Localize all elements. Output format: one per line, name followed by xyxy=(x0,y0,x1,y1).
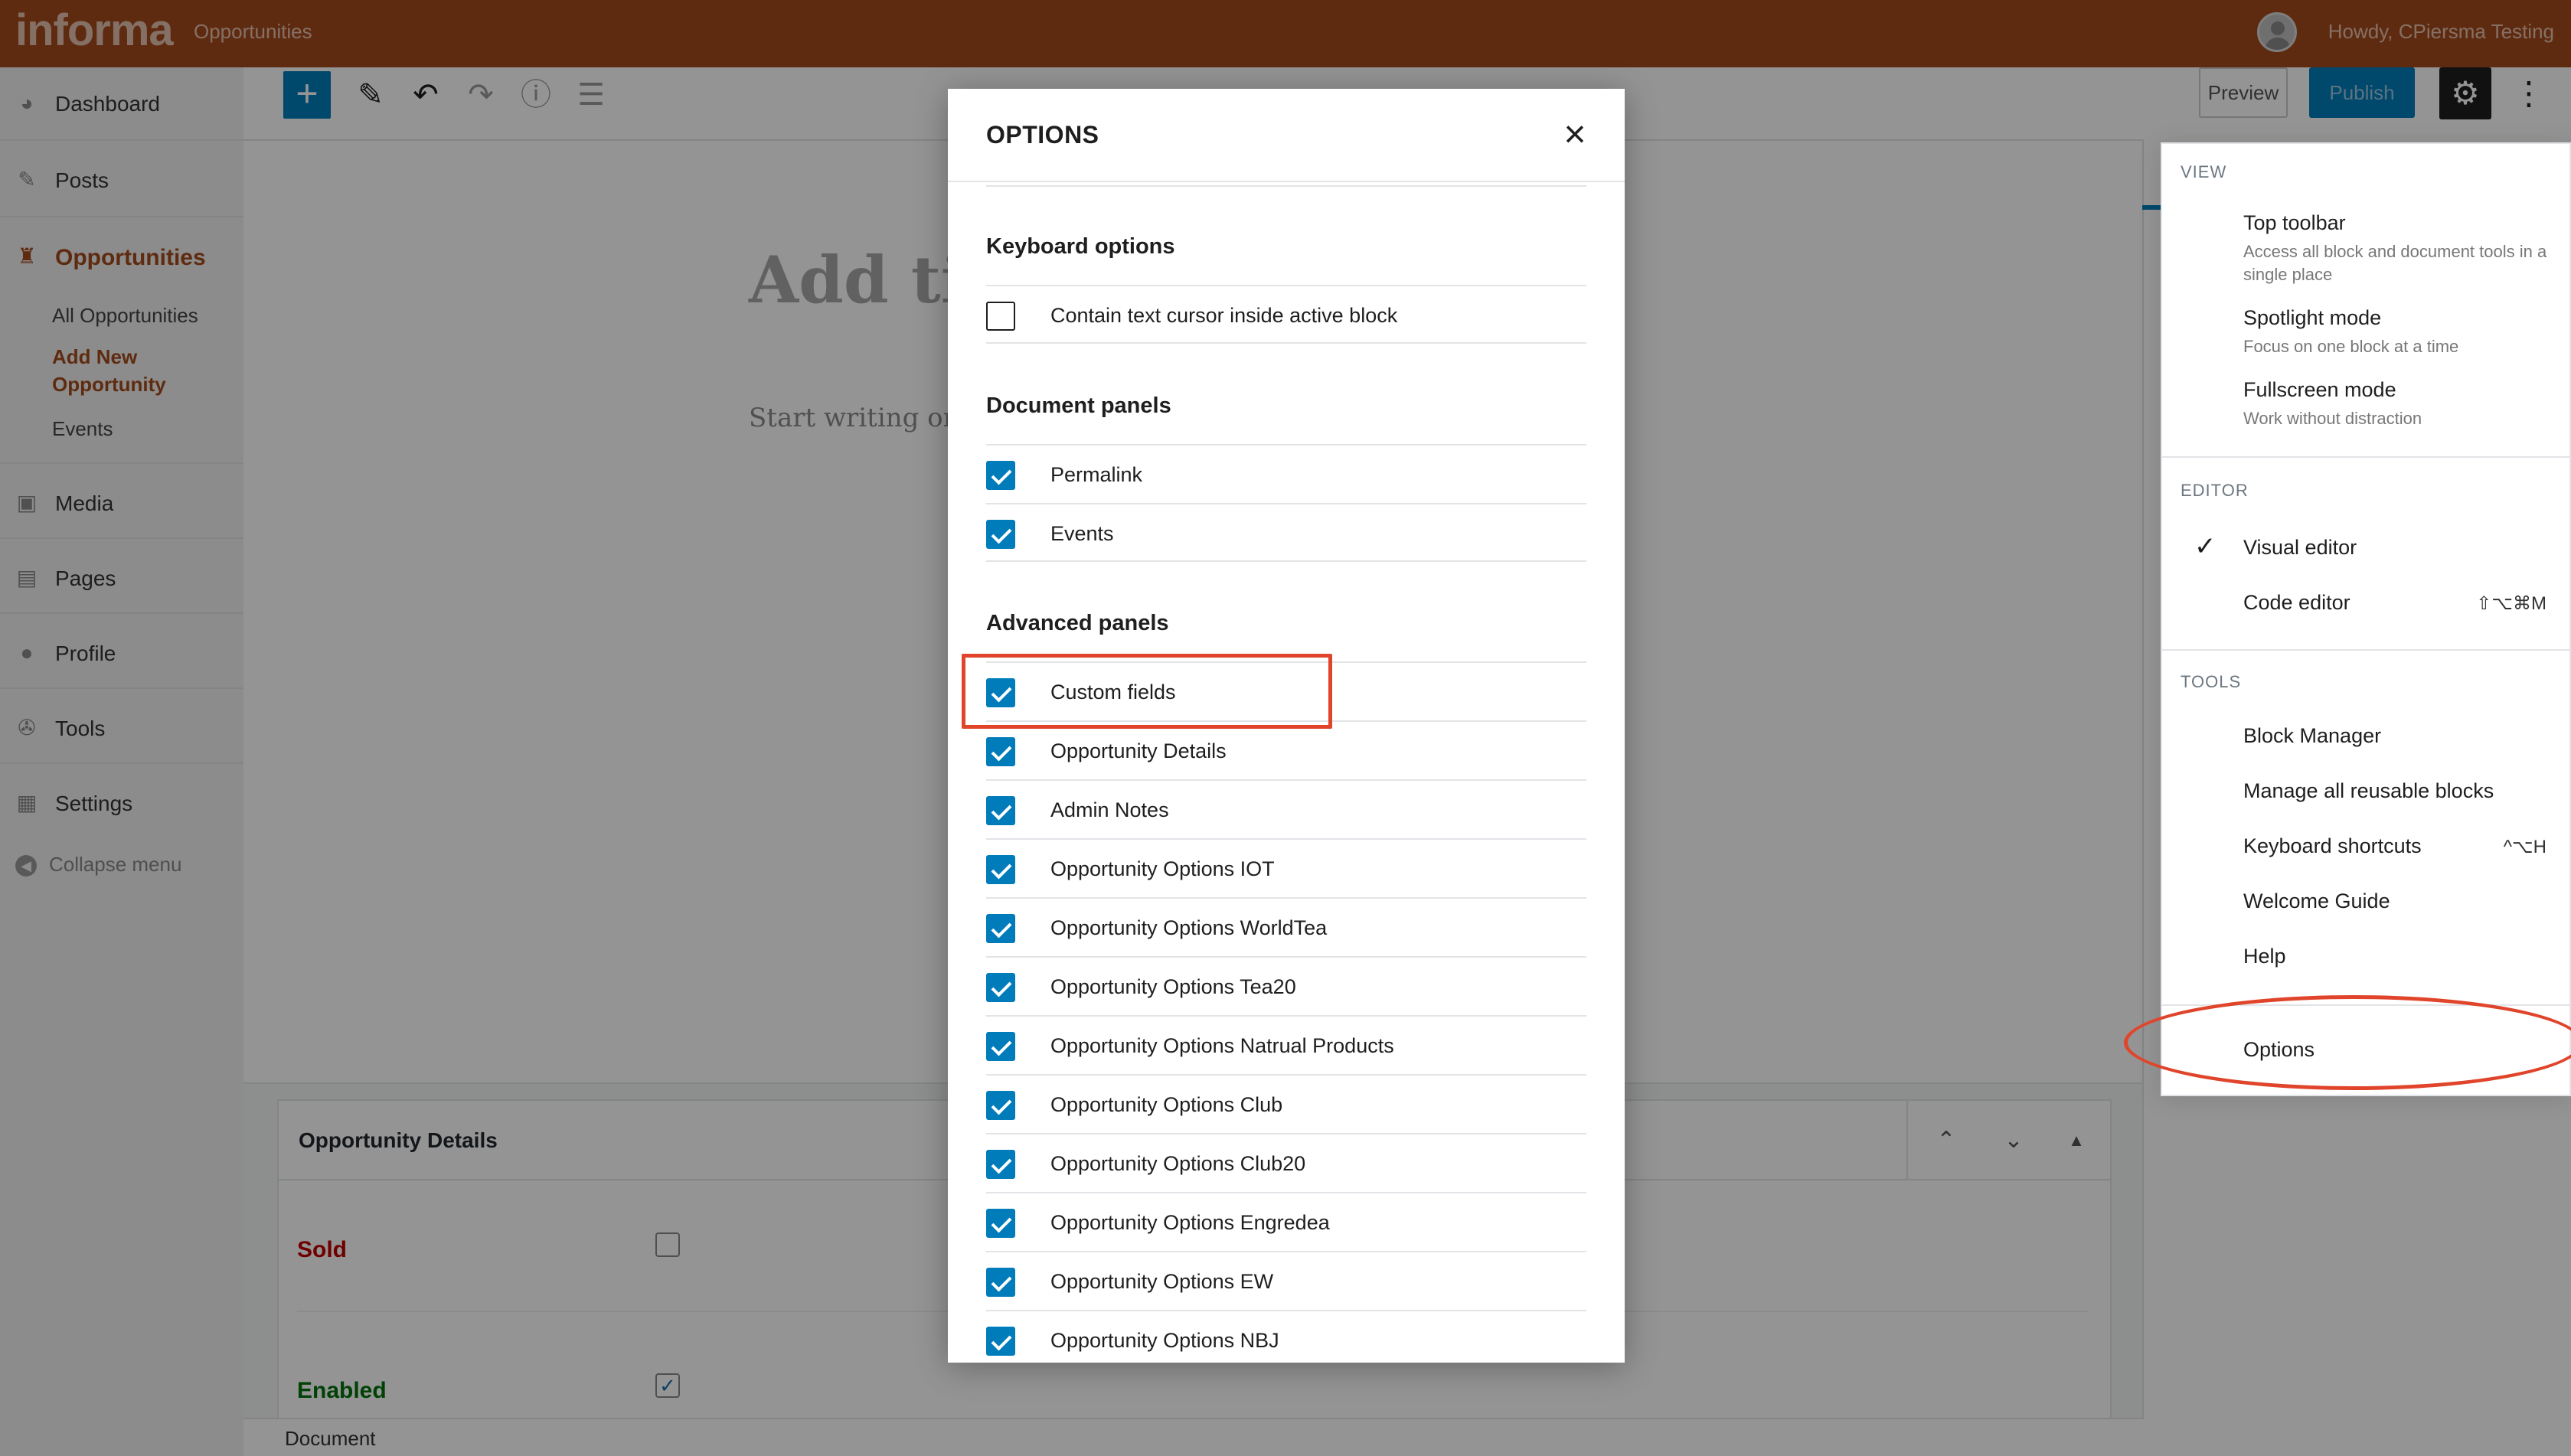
menu-item-manage-reusable-blocks[interactable]: Manage all reusable blocks xyxy=(2243,779,2494,803)
option-checkbox[interactable] xyxy=(986,796,1015,825)
option-row[interactable]: Opportunity Options NBJ xyxy=(986,1310,1586,1363)
menu-item-visual-editor[interactable]: Visual editor xyxy=(2243,536,2357,560)
menu-divider xyxy=(2162,649,2569,651)
section-title-document-panels: Document panels xyxy=(986,393,1171,418)
option-checkbox[interactable] xyxy=(986,302,1015,331)
menu-item-spotlight-mode[interactable]: Spotlight mode xyxy=(2243,306,2381,330)
modal-header: OPTIONS × xyxy=(948,89,1625,182)
option-row[interactable]: Opportunity Options IOT xyxy=(986,838,1586,897)
option-label: Opportunity Details xyxy=(1050,739,1227,762)
menu-item-block-manager[interactable]: Block Manager xyxy=(2243,724,2381,748)
menu-item-code-editor[interactable]: Code editor xyxy=(2243,591,2350,615)
tools-group-title: TOOLS xyxy=(2181,672,2242,691)
option-row[interactable]: Opportunity Options EW xyxy=(986,1251,1586,1310)
menu-item-fullscreen-mode[interactable]: Fullscreen mode xyxy=(2243,378,2396,402)
option-row[interactable]: Admin Notes xyxy=(986,779,1586,838)
menu-item-keyboard-shortcuts[interactable]: Keyboard shortcuts xyxy=(2243,834,2422,858)
option-row[interactable]: Opportunity Options WorldTea xyxy=(986,897,1586,956)
menu-item-help[interactable]: Help xyxy=(2243,945,2286,968)
menu-item-description: Access all block and document tools in a… xyxy=(2243,242,2547,284)
option-checkbox[interactable] xyxy=(986,1209,1015,1238)
close-icon[interactable]: × xyxy=(1557,115,1593,153)
option-checkbox[interactable] xyxy=(986,1032,1015,1061)
option-row[interactable]: Opportunity Options Natrual Products xyxy=(986,1015,1586,1074)
option-label: Opportunity Options Club xyxy=(1050,1093,1283,1116)
option-checkbox[interactable] xyxy=(986,973,1015,1002)
shortcut-label: ^⌥H xyxy=(2503,837,2546,857)
highlight-ellipse xyxy=(2124,995,2571,1090)
option-label: Opportunity Options NBJ xyxy=(1050,1329,1279,1352)
option-checkbox[interactable] xyxy=(986,737,1015,766)
more-menu-dropdown: VIEW Top toolbar Access all block and do… xyxy=(2161,142,2571,1096)
option-checkbox[interactable] xyxy=(986,1327,1015,1356)
option-checkbox[interactable] xyxy=(986,914,1015,943)
menu-item-welcome-guide[interactable]: Welcome Guide xyxy=(2243,890,2390,913)
option-label: Opportunity Options EW xyxy=(1050,1270,1274,1293)
menu-divider xyxy=(2162,456,2569,458)
checkmark-icon: ✓ xyxy=(2194,532,2217,561)
option-label: Permalink xyxy=(1050,463,1143,486)
modal-divider xyxy=(986,185,1586,187)
option-row[interactable]: Opportunity Options Tea20 xyxy=(986,956,1586,1015)
option-label: Contain text cursor inside active block xyxy=(1050,304,1398,327)
option-checkbox[interactable] xyxy=(986,1150,1015,1179)
option-label: Opportunity Options Engredea xyxy=(1050,1211,1330,1234)
option-checkbox[interactable] xyxy=(986,520,1015,549)
option-row[interactable]: Contain text cursor inside active block xyxy=(986,285,1586,344)
option-checkbox[interactable] xyxy=(986,1268,1015,1297)
option-label: Opportunity Options WorldTea xyxy=(1050,916,1328,939)
option-label: Opportunity Options Natrual Products xyxy=(1050,1034,1394,1057)
menu-item-description: Work without distraction xyxy=(2243,409,2422,428)
option-row[interactable]: Opportunity Options Club20 xyxy=(986,1133,1586,1192)
editor-group-title: EDITOR xyxy=(2181,481,2249,500)
option-label: Events xyxy=(1050,522,1114,545)
option-checkbox[interactable] xyxy=(986,1091,1015,1120)
option-row[interactable]: Permalink xyxy=(986,444,1586,503)
option-row[interactable]: Opportunity Options Engredea xyxy=(986,1192,1586,1251)
option-label: Opportunity Options Club20 xyxy=(1050,1152,1306,1175)
option-label: Opportunity Options Tea20 xyxy=(1050,975,1296,998)
option-row[interactable]: Opportunity Details xyxy=(986,720,1586,779)
option-label: Admin Notes xyxy=(1050,798,1169,821)
menu-item-top-toolbar[interactable]: Top toolbar xyxy=(2243,211,2346,235)
option-row[interactable]: Events xyxy=(986,503,1586,562)
modal-title: OPTIONS xyxy=(986,121,1099,149)
shortcut-label: ⇧⌥⌘M xyxy=(2476,593,2546,614)
section-title-advanced-panels: Advanced panels xyxy=(986,611,1169,635)
view-group-title: VIEW xyxy=(2181,162,2227,181)
option-checkbox[interactable] xyxy=(986,461,1015,490)
section-title-keyboard-options: Keyboard options xyxy=(986,234,1175,259)
highlight-rectangle xyxy=(962,654,1332,729)
menu-item-description: Focus on one block at a time xyxy=(2243,337,2459,356)
option-label: Opportunity Options IOT xyxy=(1050,857,1275,880)
option-checkbox[interactable] xyxy=(986,855,1015,884)
option-row[interactable]: Opportunity Options Club xyxy=(986,1074,1586,1133)
